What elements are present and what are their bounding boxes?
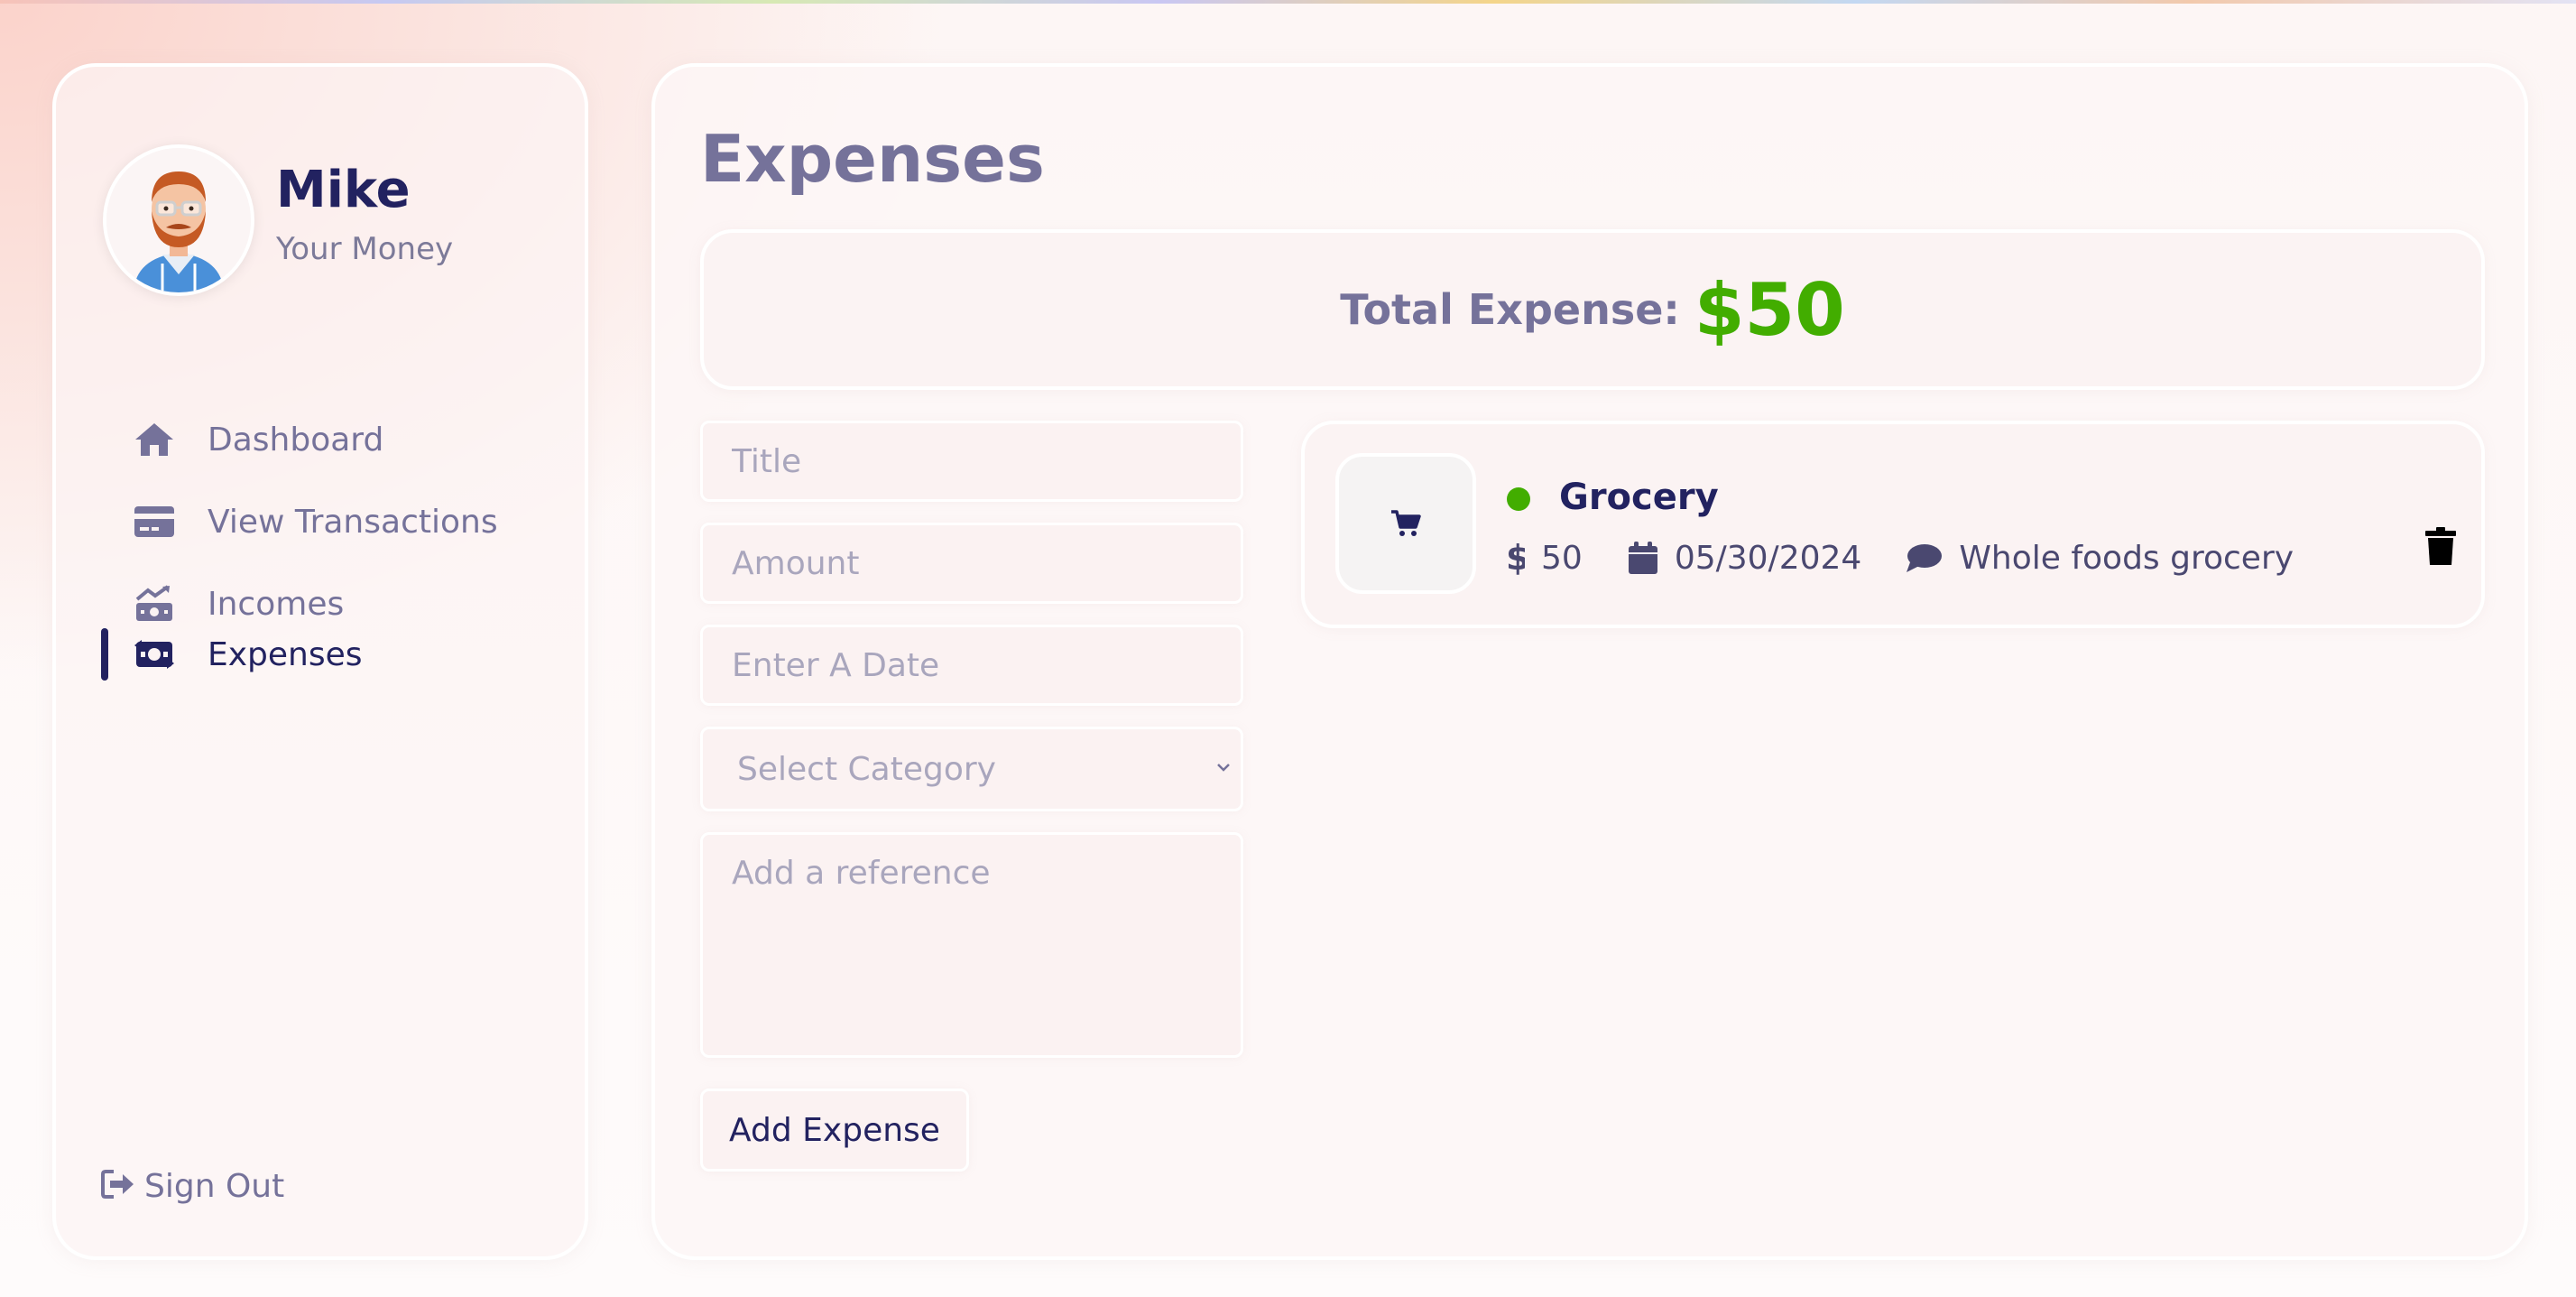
sidebar: Mike Your Money Dashboard View Transacti… bbox=[52, 63, 588, 1260]
sidebar-item-label: View Transactions bbox=[208, 503, 498, 541]
money-trend-icon bbox=[132, 584, 177, 624]
sign-out-label: Sign Out bbox=[144, 1167, 285, 1205]
page-title: Expenses bbox=[700, 121, 1045, 197]
user-subtitle: Your Money bbox=[276, 231, 454, 267]
sign-out-button[interactable]: Sign Out bbox=[101, 1159, 284, 1213]
expense-item: Grocery $ 50 05/30/2024 Whole foods groc… bbox=[1301, 421, 2485, 628]
main-panel: Expenses Total Expense: $50 Select Categ… bbox=[651, 63, 2528, 1260]
svg-text:$: $ bbox=[1506, 540, 1525, 576]
expense-amount: 50 bbox=[1541, 539, 1583, 577]
sidebar-item-dashboard[interactable]: Dashboard bbox=[132, 408, 547, 471]
sidebar-item-label: Expenses bbox=[208, 635, 363, 673]
reference-textarea[interactable] bbox=[700, 832, 1243, 1058]
expense-date: 05/30/2024 bbox=[1674, 539, 1862, 577]
status-dot bbox=[1507, 487, 1530, 511]
comment-icon bbox=[1905, 542, 1943, 573]
amount-input[interactable] bbox=[700, 523, 1243, 604]
sidebar-item-label: Incomes bbox=[208, 585, 345, 623]
money-exchange-icon bbox=[132, 635, 177, 674]
sidebar-item-expenses[interactable]: Expenses bbox=[132, 623, 547, 686]
dollar-icon: $ bbox=[1505, 540, 1525, 576]
expense-description: Whole foods grocery bbox=[1959, 539, 2294, 577]
delete-expense-button[interactable] bbox=[2425, 527, 2465, 574]
shopping-cart-icon bbox=[1391, 510, 1421, 536]
trash-icon bbox=[2425, 527, 2456, 565]
sign-out-icon bbox=[101, 1169, 135, 1203]
total-expense-card: Total Expense: $50 bbox=[700, 229, 2485, 390]
category-select[interactable]: Select Category bbox=[700, 727, 1243, 811]
expense-category-icon-box bbox=[1335, 453, 1476, 594]
calendar-icon bbox=[1628, 541, 1658, 575]
total-expense-label: Total Expense: bbox=[1340, 285, 1680, 334]
total-expense-value: $50 bbox=[1694, 267, 1845, 352]
add-expense-button[interactable]: Add Expense bbox=[700, 1089, 969, 1172]
sidebar-item-view-transactions[interactable]: View Transactions bbox=[132, 490, 547, 553]
user-name: Mike bbox=[276, 161, 411, 219]
home-icon bbox=[132, 420, 177, 459]
expense-title: Grocery bbox=[1559, 477, 1719, 518]
date-input[interactable] bbox=[700, 625, 1243, 706]
expense-meta: $ 50 05/30/2024 Whole foods grocery bbox=[1505, 531, 2294, 585]
credit-card-icon bbox=[132, 502, 177, 542]
avatar bbox=[103, 144, 254, 296]
active-indicator bbox=[101, 628, 108, 681]
top-gradient-stripe bbox=[0, 0, 2576, 4]
title-input[interactable] bbox=[700, 421, 1243, 502]
sidebar-item-label: Dashboard bbox=[208, 421, 384, 459]
